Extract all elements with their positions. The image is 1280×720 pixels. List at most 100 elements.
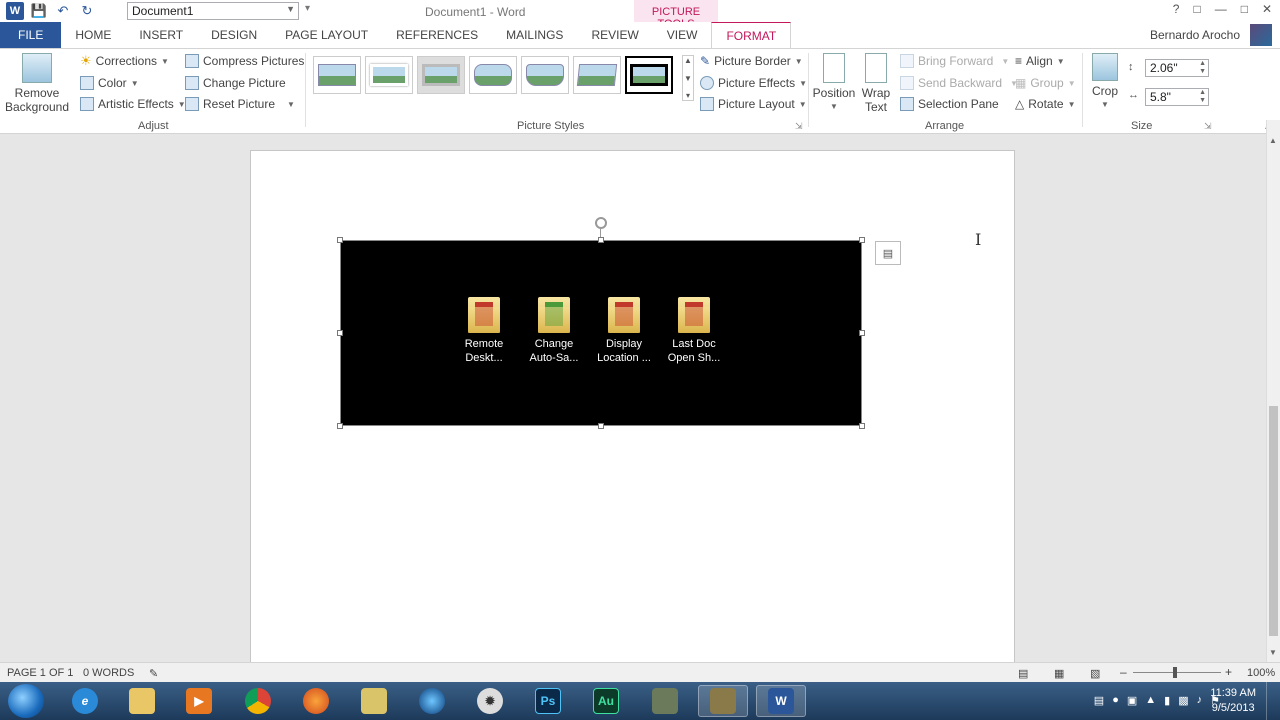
- resize-handle-e[interactable]: [859, 330, 865, 336]
- send-backward-button[interactable]: Send Backward ▼: [900, 74, 1018, 92]
- avatar[interactable]: [1250, 24, 1272, 46]
- wrap-text-button[interactable]: Wrap Text: [858, 53, 894, 114]
- redo-icon[interactable]: ↻: [78, 2, 96, 20]
- taskbar-explorer[interactable]: [117, 685, 167, 717]
- scrollbar-thumb[interactable]: [1269, 406, 1278, 636]
- picture-border-button[interactable]: ✎ Picture Border ▼: [700, 52, 803, 70]
- width-input[interactable]: 5.8" ▲ ▼: [1145, 88, 1209, 106]
- compress-pictures-button[interactable]: Compress Pictures: [185, 52, 304, 70]
- bluetooth-icon[interactable]: ▲: [1145, 694, 1156, 707]
- taskbar-media-player[interactable]: ▶: [174, 685, 224, 717]
- spinner-icon[interactable]: ▲ ▼: [1199, 60, 1206, 76]
- tab-format[interactable]: FORMAT: [711, 22, 792, 48]
- taskbar-app-reel[interactable]: ✹: [465, 685, 515, 717]
- more-icon[interactable]: ▾: [686, 91, 690, 100]
- tab-references[interactable]: REFERENCES: [382, 22, 492, 48]
- picture-style-thumb[interactable]: [573, 56, 621, 94]
- zoom-in-icon[interactable]: +: [1225, 665, 1232, 679]
- change-picture-button[interactable]: Change Picture: [185, 74, 286, 92]
- picture-style-thumb[interactable]: [365, 56, 413, 94]
- bring-forward-button[interactable]: Bring Forward ▼: [900, 52, 1009, 70]
- close-icon[interactable]: ✕: [1262, 2, 1272, 16]
- picture-style-thumb[interactable]: [521, 56, 569, 94]
- resize-handle-nw[interactable]: [337, 237, 343, 243]
- tab-review[interactable]: REVIEW: [577, 22, 652, 48]
- resize-handle-se[interactable]: [859, 423, 865, 429]
- minimize-icon[interactable]: —: [1215, 2, 1227, 16]
- user-name[interactable]: Bernardo Arocho: [1150, 28, 1240, 42]
- tray-app-icon[interactable]: ●: [1112, 694, 1119, 707]
- taskbar-audition[interactable]: Au: [581, 685, 631, 717]
- taskbar-ie[interactable]: e: [60, 685, 110, 717]
- volume-icon[interactable]: ♪: [1197, 694, 1203, 707]
- chevron-up-icon[interactable]: ▲: [1269, 136, 1277, 145]
- taskbar-word[interactable]: W: [756, 685, 806, 717]
- dialog-launcher-icon[interactable]: ⇲: [795, 121, 803, 132]
- reset-picture-button[interactable]: Reset Picture ▼: [185, 95, 295, 113]
- picture-style-thumb[interactable]: [469, 56, 517, 94]
- picture-effects-button[interactable]: Picture Effects ▼: [700, 74, 807, 92]
- ribbon-display-icon[interactable]: □: [1193, 2, 1200, 16]
- taskbar-folder[interactable]: [349, 685, 399, 717]
- tab-file[interactable]: FILE: [0, 22, 62, 48]
- print-layout-icon[interactable]: ▦: [1054, 667, 1064, 680]
- selected-picture[interactable]: Remote Deskt... Change Auto-Sa... Displa…: [340, 240, 862, 426]
- undo-icon[interactable]: ↶: [54, 2, 72, 20]
- tab-design[interactable]: DESIGN: [197, 22, 271, 48]
- color-button[interactable]: Color ▼: [80, 74, 139, 92]
- picture-layout-button[interactable]: Picture Layout ▼: [700, 95, 807, 113]
- show-desktop-button[interactable]: [1266, 682, 1280, 720]
- zoom-slider-thumb[interactable]: [1173, 667, 1177, 678]
- resize-handle-sw[interactable]: [337, 423, 343, 429]
- picture-style-thumb[interactable]: [417, 56, 465, 94]
- taskbar-chrome[interactable]: [233, 685, 283, 717]
- network-icon[interactable]: ▩: [1178, 694, 1188, 707]
- position-button[interactable]: Position ▼: [812, 53, 856, 114]
- align-button[interactable]: ≡ Align ▼: [1015, 52, 1065, 70]
- height-input[interactable]: 2.06" ▲ ▼: [1145, 59, 1209, 77]
- crop-button[interactable]: Crop ▼: [1088, 53, 1122, 112]
- dialog-launcher-icon[interactable]: ⇲: [1204, 121, 1212, 132]
- document-name-combo[interactable]: Document1 ▼: [127, 2, 299, 20]
- rotate-button[interactable]: △ Rotate ▼: [1015, 95, 1076, 113]
- word-count[interactable]: 0 WORDS: [83, 667, 134, 679]
- chevron-down-icon[interactable]: ▼: [684, 74, 692, 83]
- gallery-scroll[interactable]: ▲ ▼ ▾: [682, 55, 694, 101]
- tab-mailings[interactable]: MAILINGS: [492, 22, 577, 48]
- save-icon[interactable]: 💾: [30, 2, 48, 20]
- remove-background-button[interactable]: Remove Background: [5, 53, 69, 114]
- help-icon[interactable]: ?: [1173, 2, 1180, 16]
- selection-pane-button[interactable]: Selection Pane: [900, 95, 999, 113]
- resize-handle-s[interactable]: [598, 423, 604, 429]
- tab-insert[interactable]: INSERT: [125, 22, 197, 48]
- page-count[interactable]: PAGE 1 OF 1: [7, 667, 73, 679]
- zoom-level[interactable]: 100%: [1247, 667, 1275, 679]
- tab-home[interactable]: HOME: [61, 22, 125, 48]
- layout-options-button[interactable]: ▤: [875, 241, 901, 265]
- clock[interactable]: 11:39 AM 9/5/2013: [1210, 686, 1256, 716]
- web-layout-icon[interactable]: ▧: [1090, 667, 1100, 680]
- taskbar-app-generic[interactable]: [640, 685, 690, 717]
- tab-view[interactable]: VIEW: [653, 22, 712, 48]
- taskbar-app-globe[interactable]: [407, 685, 457, 717]
- word-app-icon[interactable]: W: [6, 2, 24, 20]
- artistic-effects-button[interactable]: Artistic Effects ▼: [80, 95, 186, 113]
- rotate-handle[interactable]: [595, 217, 607, 229]
- start-button[interactable]: [8, 684, 44, 718]
- picture-style-thumb-selected[interactable]: [625, 56, 673, 94]
- chevron-down-icon[interactable]: ▼: [1269, 648, 1277, 657]
- customize-qat-icon[interactable]: ▾: [305, 3, 310, 14]
- spinner-icon[interactable]: ▲ ▼: [1199, 89, 1206, 105]
- battery-icon[interactable]: ▮: [1164, 694, 1170, 707]
- tray-app-icon[interactable]: ▣: [1127, 694, 1137, 707]
- zoom-out-icon[interactable]: –: [1120, 665, 1127, 679]
- resize-handle-ne[interactable]: [859, 237, 865, 243]
- taskbar-photoshop[interactable]: Ps: [523, 685, 573, 717]
- taskbar-firefox[interactable]: [291, 685, 341, 717]
- vertical-scrollbar[interactable]: ▲ ▼: [1266, 120, 1280, 662]
- proofing-icon[interactable]: ✎: [149, 667, 158, 680]
- taskbar-app-active[interactable]: [698, 685, 748, 717]
- tray-app-icon[interactable]: ▤: [1094, 694, 1104, 707]
- corrections-button[interactable]: ☀ Corrections ▼: [80, 52, 169, 70]
- zoom-slider[interactable]: [1133, 672, 1221, 673]
